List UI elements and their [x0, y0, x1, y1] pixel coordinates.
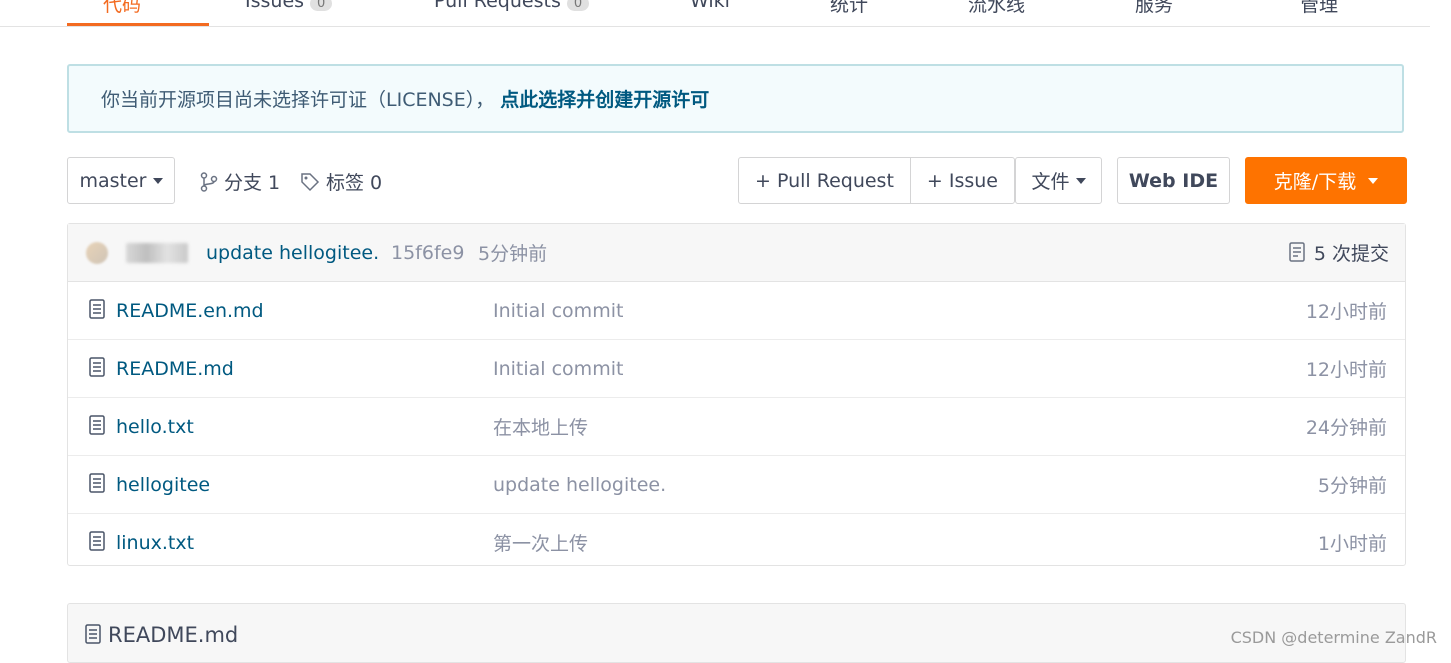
commit-history-icon: [1289, 241, 1305, 262]
file-icon: [89, 473, 105, 493]
file-row[interactable]: README.en.md Initial commit 12小时前: [68, 282, 1405, 340]
chevron-down-icon: [152, 177, 163, 184]
new-pull-request-button[interactable]: + Pull Request: [739, 158, 910, 203]
file-name-link[interactable]: README.md: [116, 358, 234, 380]
web-ide-button[interactable]: Web IDE: [1117, 157, 1230, 204]
web-ide-label: Web IDE: [1128, 169, 1219, 192]
commit-author-blurred[interactable]: [126, 243, 188, 263]
commit-count-label: 5 次提交: [1313, 243, 1389, 265]
file-commit-message[interactable]: Initial commit: [493, 358, 623, 380]
tab-manage-label: 管理: [1300, 0, 1339, 16]
latest-commit-message[interactable]: update hellogitee.: [206, 242, 379, 264]
tab-pull-requests-label: Pull Requests: [434, 0, 561, 12]
tab-issues-count: 0: [310, 0, 333, 11]
tags-link[interactable]: 标签 0: [300, 168, 382, 195]
file-commit-time: 12小时前: [1305, 301, 1387, 323]
tab-code[interactable]: 代码: [103, 0, 141, 17]
file-row[interactable]: linux.txt 第一次上传 1小时前: [68, 514, 1405, 571]
new-pull-request-label: + Pull Request: [755, 169, 894, 192]
readme-panel: README.md: [67, 603, 1406, 663]
branch-icon: [200, 171, 218, 192]
tag-icon: [301, 172, 320, 191]
tab-code-label: 代码: [103, 0, 142, 16]
license-notice-message: 你当前开源项目尚未选择许可证（LICENSE），: [101, 89, 495, 111]
file-commit-time: 24分钟前: [1305, 417, 1387, 439]
tab-services-label: 服务: [1135, 0, 1174, 16]
clone-download-button[interactable]: 克隆/下载: [1245, 157, 1407, 204]
file-commit-message[interactable]: 第一次上传: [493, 529, 588, 556]
file-icon: [85, 624, 101, 644]
license-create-link[interactable]: 点此选择并创建开源许可: [500, 85, 709, 112]
tab-pipeline[interactable]: 流水线: [968, 0, 1025, 17]
branches-link[interactable]: 分支 1: [200, 168, 280, 195]
sidebar-fragment: [1441, 78, 1451, 106]
tab-pull-requests[interactable]: Pull Requests 0: [434, 0, 590, 12]
commit-count-link[interactable]: 5 次提交: [1288, 239, 1389, 266]
file-commit-time: 12小时前: [1305, 359, 1387, 381]
latest-commit-sha[interactable]: 15f6fe9: [391, 242, 464, 264]
tags-label: 标签 0: [326, 172, 383, 194]
branch-select[interactable]: master: [67, 157, 175, 204]
new-issue-label: + Issue: [926, 169, 998, 192]
file-commit-time: 5分钟前: [1317, 475, 1387, 497]
latest-commit-time: 5分钟前: [478, 243, 548, 265]
file-row[interactable]: README.md Initial commit 12小时前: [68, 340, 1405, 398]
latest-commit-bar: update hellogitee. 15f6fe9 5分钟前 5 次提交: [68, 224, 1405, 282]
tab-pipeline-label: 流水线: [968, 0, 1026, 16]
file-name-link[interactable]: hellogitee: [116, 474, 210, 496]
file-name-link[interactable]: linux.txt: [116, 532, 194, 554]
tab-wiki-label: Wiki: [690, 0, 730, 12]
file-commit-message[interactable]: Initial commit: [493, 300, 623, 322]
file-commit-message[interactable]: update hellogitee.: [493, 474, 666, 496]
readme-title: README.md: [84, 623, 238, 647]
file-commit-message[interactable]: 在本地上传: [493, 413, 588, 440]
file-list: update hellogitee. 15f6fe9 5分钟前 5 次提交 RE…: [67, 223, 1406, 566]
readme-title-label: README.md: [108, 623, 239, 647]
file-menu-label: 文件: [1031, 171, 1070, 193]
tab-stats-label: 统计: [830, 0, 869, 16]
file-name-link[interactable]: README.en.md: [116, 300, 264, 322]
new-issue-button[interactable]: + Issue: [909, 158, 1014, 203]
watermark: CSDN @determine ZandR: [1230, 628, 1437, 647]
file-icon: [89, 531, 105, 551]
tab-wiki[interactable]: Wiki: [690, 0, 730, 12]
chevron-down-icon: [1075, 177, 1086, 184]
file-row[interactable]: hellogitee update hellogitee. 5分钟前: [68, 456, 1405, 514]
pr-issue-button-group: + Pull Request + Issue: [738, 157, 1015, 204]
tab-pull-requests-count: 0: [566, 0, 590, 11]
tab-stats[interactable]: 统计: [830, 0, 868, 17]
license-notice: 你当前开源项目尚未选择许可证（LICENSE）， 点此选择并创建开源许可: [67, 64, 1404, 133]
clone-download-label: 克隆/下载: [1273, 171, 1357, 193]
tab-services[interactable]: 服务: [1135, 0, 1173, 17]
repo-tab-bar: 代码 Issues 0 Pull Requests 0 Wiki 统计 流水线 服务…: [0, 0, 1430, 27]
branches-label: 分支 1: [224, 172, 281, 194]
file-commit-time: 1小时前: [1317, 533, 1387, 555]
file-icon: [89, 357, 105, 377]
file-name-link[interactable]: hello.txt: [116, 416, 194, 438]
file-icon: [89, 415, 105, 435]
avatar[interactable]: [86, 242, 108, 264]
tab-active-indicator: [67, 23, 209, 26]
tab-issues[interactable]: Issues 0: [245, 0, 333, 12]
branch-select-label: master: [79, 169, 147, 192]
file-menu-button[interactable]: 文件: [1015, 157, 1102, 204]
tab-manage[interactable]: 管理: [1300, 0, 1338, 17]
chevron-down-icon: [1368, 177, 1379, 184]
tab-issues-label: Issues: [245, 0, 305, 12]
file-row[interactable]: hello.txt 在本地上传 24分钟前: [68, 398, 1405, 456]
file-icon: [89, 299, 105, 319]
